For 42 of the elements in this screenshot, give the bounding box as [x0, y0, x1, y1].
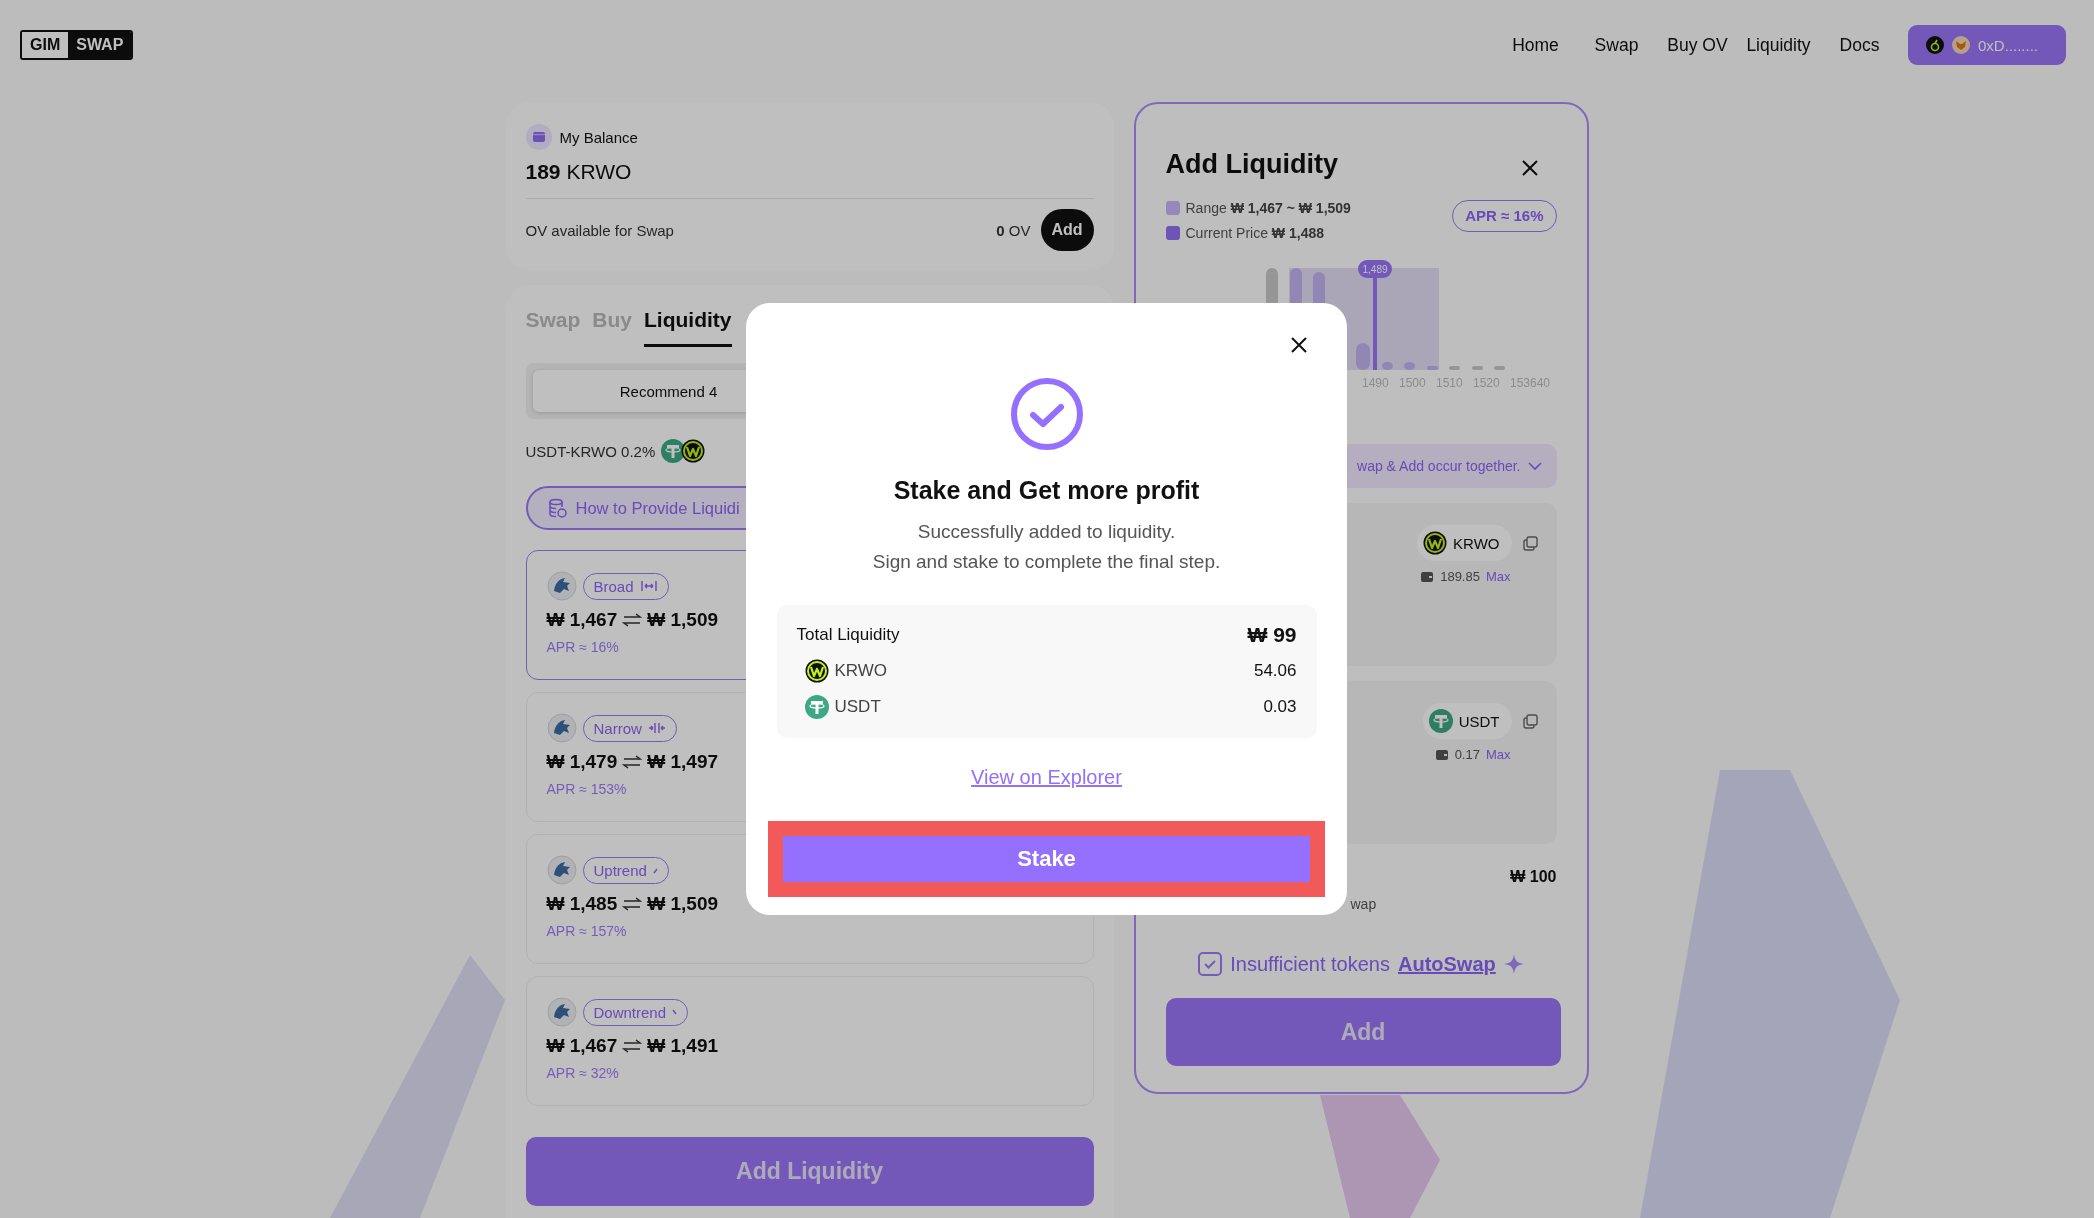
apr-text: APR ≈ 153% — [546, 781, 628, 797]
token-amount: 0.03 — [1263, 697, 1297, 717]
panel-title: Add Liquidity — [1165, 149, 1338, 180]
autoswap-label: Insufficient tokens — [1230, 952, 1390, 976]
token-symbol: USDT — [1458, 712, 1500, 730]
legend-text: Range ₩ 1,467 ~ ₩ 1,509 — [1185, 200, 1351, 216]
price-max: ₩ 1,497 — [647, 751, 719, 773]
notice-text: wap & Add occur together. — [1357, 458, 1521, 474]
tag-label: Broad — [593, 577, 634, 595]
total-value: ₩ 100 — [1510, 868, 1557, 886]
token-amount: 54.06 — [1253, 661, 1297, 681]
price-max: ₩ 1,509 — [647, 609, 719, 631]
tag-label: Uptrend — [593, 861, 647, 879]
token-symbol: USDT — [834, 697, 881, 717]
legend-text: Current Price ₩ 1,488 — [1185, 225, 1324, 241]
ov-label: OV available for Swap — [525, 221, 674, 239]
apr-text: APR ≈ 157% — [546, 923, 628, 939]
price-min: ₩ 1,467 — [546, 609, 618, 631]
tag-label: Downtrend — [593, 1003, 667, 1021]
apr-text: APR ≈ 32% — [546, 1065, 620, 1081]
note-text: wap — [1350, 896, 1378, 912]
tag-label: Narrow — [593, 719, 642, 737]
marker-label: 1,489 — [1362, 264, 1387, 275]
pool-label: USDT-KRWO 0.2% — [525, 442, 656, 460]
dialog-message: Sign and stake to complete the final step. — [872, 550, 1221, 574]
token-symbol: KRWO — [834, 661, 888, 681]
summary-label: Total Liquidity — [796, 625, 900, 645]
dialog-message: Successfully added to liquidity. — [916, 520, 1177, 544]
price-min: ₩ 1,485 — [546, 893, 618, 915]
ov-amount: 0 OV — [996, 221, 1031, 239]
apr-text: APR ≈ 16% — [546, 639, 620, 655]
price-min: ₩ 1,479 — [546, 751, 618, 773]
token-symbol: KRWO — [1453, 534, 1500, 552]
balance-amount: 189 KRWO — [525, 160, 633, 184]
price-min: ₩ 1,467 — [546, 1035, 618, 1057]
token-balance: 0.17 — [1454, 747, 1480, 762]
price-max: ₩ 1,509 — [647, 893, 719, 915]
balance-label: My Balance — [559, 128, 638, 146]
logo-text: SWAP — [68, 32, 132, 58]
price-max: ₩ 1,491 — [647, 1035, 719, 1057]
summary-total: ₩ 99 — [1247, 623, 1297, 647]
token-balance: 189.85 — [1440, 569, 1480, 584]
